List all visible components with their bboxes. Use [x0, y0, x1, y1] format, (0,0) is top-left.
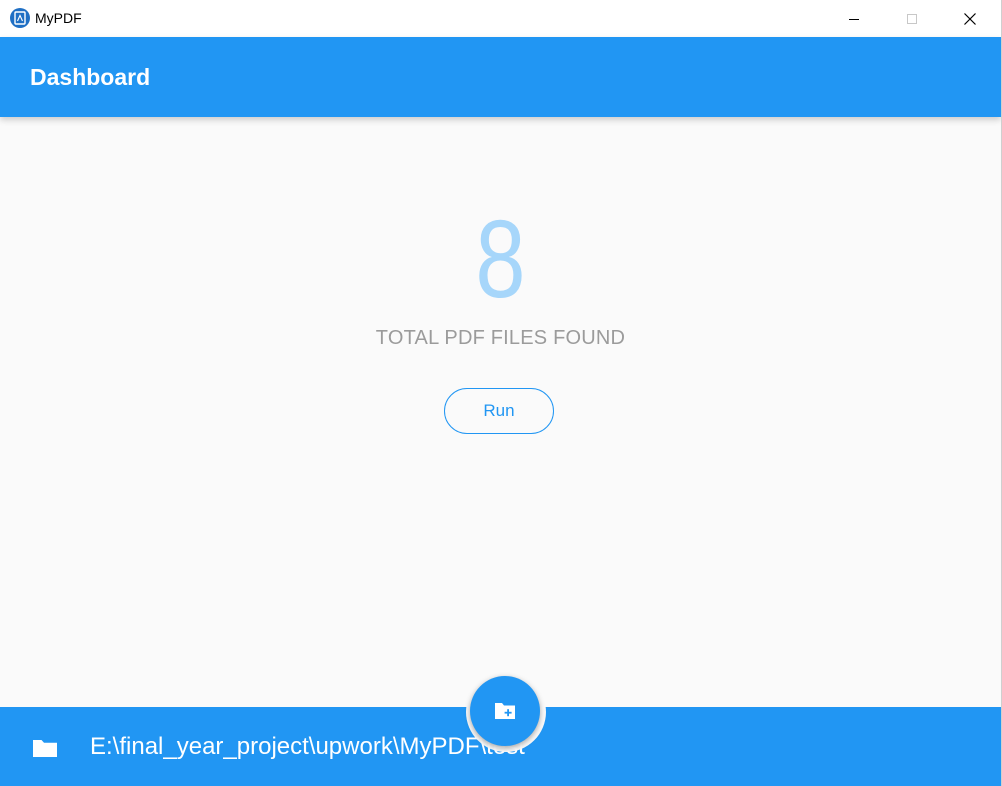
folder-icon — [32, 738, 58, 758]
pdf-count-label: TOTAL PDF FILES FOUND — [375, 327, 626, 349]
maximize-icon — [907, 13, 917, 24]
title-bar[interactable]: MyPDF — [0, 0, 1001, 37]
minimize-button[interactable] — [825, 0, 883, 37]
add-folder-button[interactable] — [470, 676, 540, 746]
create-new-folder-icon — [495, 703, 515, 719]
dashboard-content: 8 TOTAL PDF FILES FOUND Run — [0, 117, 1001, 707]
close-icon — [964, 12, 976, 25]
run-button[interactable]: Run — [444, 388, 554, 434]
app-bar: Dashboard — [0, 37, 1001, 117]
close-button[interactable] — [941, 0, 999, 37]
app-pdf-icon — [10, 8, 30, 28]
window-title: MyPDF — [35, 10, 82, 26]
minimize-icon — [849, 18, 859, 20]
app-window: MyPDF Dashboard 8 TOTAL PDF FILES FOUND … — [0, 0, 1002, 786]
page-title: Dashboard — [30, 64, 151, 90]
folder-path: E:\final_year_project\upwork\MyPDF\test — [90, 733, 525, 760]
maximize-button[interactable] — [883, 0, 941, 37]
pdf-count: 8 — [475, 198, 526, 321]
